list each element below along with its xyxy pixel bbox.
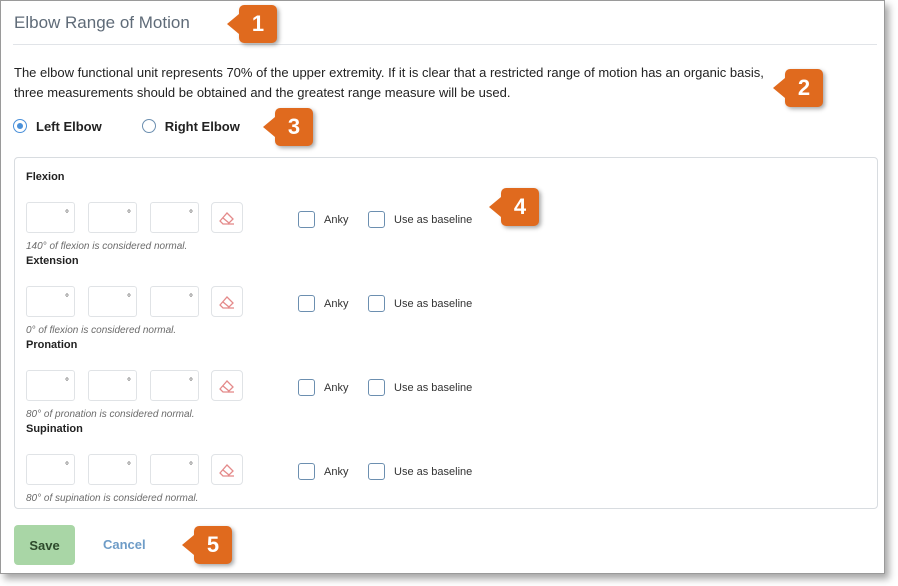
degree-unit: °: [65, 209, 69, 220]
flexion-input-1[interactable]: °: [26, 202, 75, 233]
checkbox-box[interactable]: [368, 379, 385, 396]
degree-unit: °: [65, 293, 69, 304]
eraser-icon: [219, 295, 234, 309]
degree-unit: °: [65, 461, 69, 472]
supination-input-1[interactable]: °: [26, 454, 75, 485]
eraser-icon: [219, 211, 234, 225]
page-title: Elbow Range of Motion: [14, 13, 190, 32]
degree-unit: °: [127, 461, 131, 472]
baseline-label: Use as baseline: [394, 465, 473, 478]
degree-unit: °: [65, 377, 69, 388]
supination-anky-checkbox[interactable]: Anky: [298, 463, 348, 480]
degree-unit: °: [127, 293, 131, 304]
checkbox-box[interactable]: [298, 379, 315, 396]
normal-hint: 80° of pronation is considered normal.: [26, 409, 195, 420]
checkbox-box[interactable]: [298, 295, 315, 312]
baseline-label: Use as baseline: [394, 381, 473, 394]
description-text: The elbow functional unit represents 70%…: [14, 65, 764, 100]
pronation-baseline-checkbox[interactable]: Use as baseline: [368, 379, 472, 396]
side-radio-group: Left Elbow Right Elbow: [13, 117, 280, 135]
elbow-rom-dialog: Elbow Range of Motion The elbow function…: [0, 0, 885, 574]
extension-input-1[interactable]: °: [26, 286, 75, 317]
callout-badge-3: 3: [263, 108, 313, 146]
degree-unit: °: [189, 377, 193, 388]
left-elbow-radio[interactable]: Left Elbow: [13, 119, 102, 134]
left-elbow-label: Left Elbow: [36, 118, 102, 134]
pronation-input-2[interactable]: °: [88, 370, 137, 401]
flexion-input-3[interactable]: °: [150, 202, 199, 233]
eraser-icon: [219, 379, 234, 393]
baseline-label: Use as baseline: [394, 297, 473, 310]
anky-label: Anky: [324, 297, 349, 310]
title-divider: [13, 44, 877, 45]
extension-input-2[interactable]: °: [88, 286, 137, 317]
measurement-label: Extension: [26, 255, 79, 267]
baseline-label: Use as baseline: [394, 213, 473, 226]
clear-pronation-button[interactable]: [211, 370, 243, 401]
degree-unit: °: [127, 377, 131, 388]
extension-anky-checkbox[interactable]: Anky: [298, 295, 348, 312]
anky-label: Anky: [324, 465, 349, 478]
right-elbow-label: Right Elbow: [164, 118, 240, 134]
clear-extension-button[interactable]: [211, 286, 243, 317]
cancel-link[interactable]: Cancel: [103, 537, 146, 552]
measurement-label: Supination: [26, 423, 83, 435]
degree-unit: °: [189, 461, 193, 472]
flexion-input-2[interactable]: °: [88, 202, 137, 233]
save-button[interactable]: Save: [14, 525, 75, 565]
right-elbow-radio-indicator[interactable]: [141, 119, 156, 133]
right-elbow-radio[interactable]: Right Elbow: [141, 118, 240, 134]
callout-badge-5: 5: [182, 526, 232, 564]
supination-input-3[interactable]: °: [150, 454, 199, 485]
checkbox-box[interactable]: [298, 211, 315, 228]
measurement-label: Pronation: [26, 339, 78, 351]
normal-hint: 80° of supination is considered normal.: [26, 493, 199, 504]
measurement-label: Flexion: [26, 171, 65, 183]
flexion-anky-checkbox[interactable]: Anky: [298, 211, 348, 228]
checkbox-box[interactable]: [298, 463, 315, 480]
checkbox-box[interactable]: [368, 211, 385, 228]
extension-input-3[interactable]: °: [150, 286, 199, 317]
degree-unit: °: [189, 209, 193, 220]
supination-baseline-checkbox[interactable]: Use as baseline: [368, 463, 472, 480]
degree-unit: °: [189, 293, 193, 304]
callout-badge-2: 2: [773, 69, 823, 107]
pronation-anky-checkbox[interactable]: Anky: [298, 379, 348, 396]
pronation-input-3[interactable]: °: [150, 370, 199, 401]
anky-label: Anky: [324, 213, 349, 226]
flexion-baseline-checkbox[interactable]: Use as baseline: [368, 211, 472, 228]
degree-unit: °: [127, 209, 131, 220]
callout-badge-4: 4: [489, 188, 539, 226]
checkbox-box[interactable]: [368, 463, 385, 480]
normal-hint: 140° of flexion is considered normal.: [26, 241, 188, 252]
eraser-icon: [219, 463, 234, 477]
pronation-input-1[interactable]: °: [26, 370, 75, 401]
clear-supination-button[interactable]: [211, 454, 243, 485]
left-elbow-radio-indicator[interactable]: [13, 119, 27, 133]
normal-hint: 0° of flexion is considered normal.: [26, 325, 177, 336]
supination-input-2[interactable]: °: [88, 454, 137, 485]
measurements-panel: Flexion ° ° ° Anky Use as baseline 140° …: [14, 157, 878, 509]
checkbox-box[interactable]: [368, 295, 385, 312]
callout-badge-1: 1: [227, 5, 277, 43]
clear-flexion-button[interactable]: [211, 202, 243, 233]
anky-label: Anky: [324, 381, 349, 394]
extension-baseline-checkbox[interactable]: Use as baseline: [368, 295, 472, 312]
